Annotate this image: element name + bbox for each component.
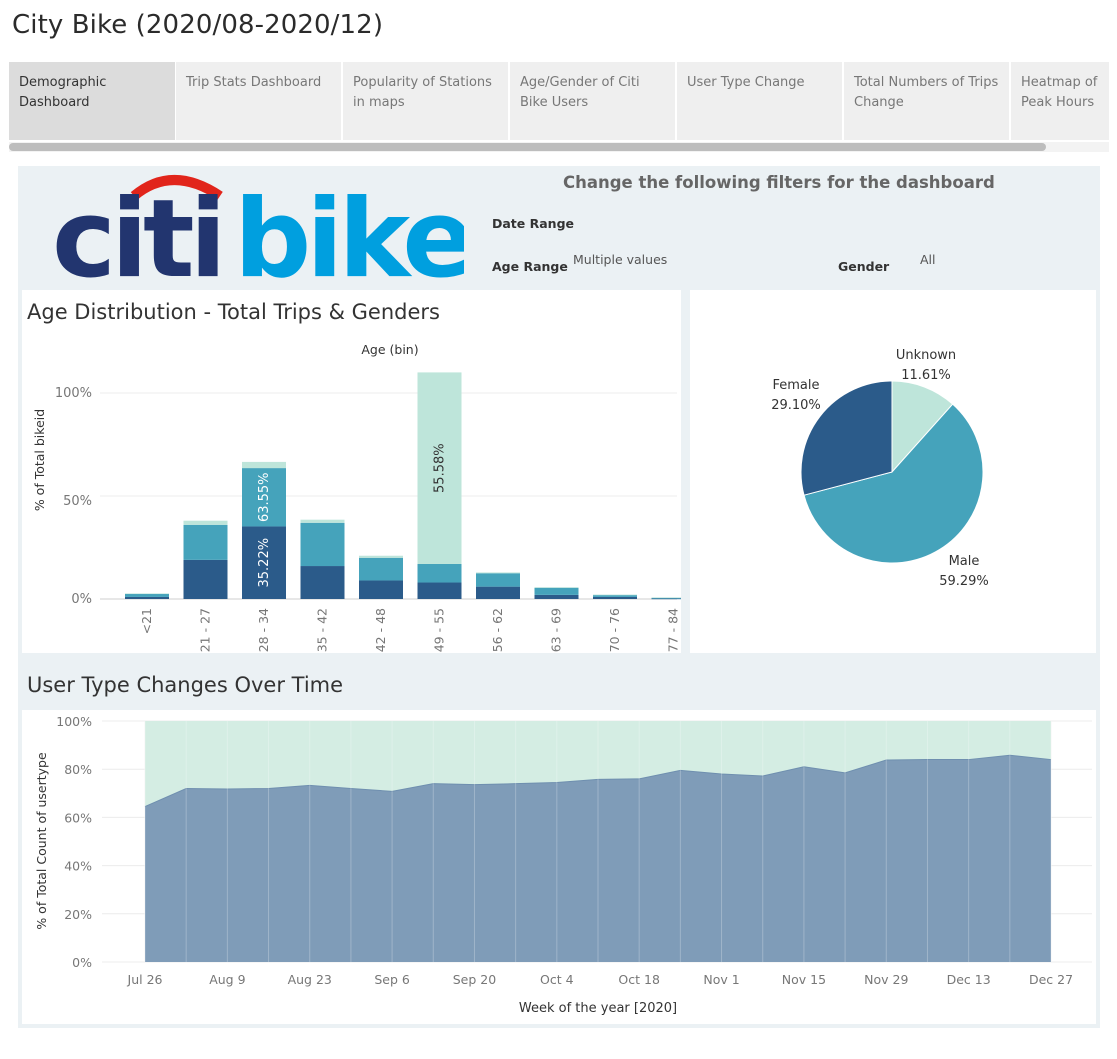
bar-segment-male[interactable] [651,597,682,599]
tab-user-type-change[interactable]: User Type Change [677,62,842,140]
tab-demographic-dashboard[interactable]: Demographic Dashboard [9,62,175,140]
user-type-area-chart: % of Total Count of usertype Week of the… [34,714,1092,1016]
bar-segment-female[interactable] [534,594,579,599]
dashboard: citi bike Change the following filters f… [18,166,1100,1028]
bar-segment-male[interactable] [534,587,579,595]
x-tick-label: 28 - 34 [256,608,271,652]
x-tick-label: Aug 23 [288,972,332,987]
pie-label-male-value: 59.29% [939,574,989,589]
x-axis-label: Week of the year [2020] [519,1001,677,1016]
page-title: City Bike (2020/08-2020/12) [12,10,384,40]
x-tick-label: Jul 26 [127,972,163,987]
x-tick-label: 77 - 84 [666,608,681,652]
age-distribution-chart: Age (bin) % of Total bikeid 100% 50% 0% … [32,342,682,652]
bar-segment-female[interactable] [593,596,637,599]
logo-citi: citi [52,177,222,284]
data-label-unknown-49-55: 55.58% [433,443,448,493]
tab-age-gender[interactable]: Age/Gender of Citi Bike Users [510,62,675,140]
date-range-label: Date Range [492,216,575,231]
tab-heatmap-peak-hours[interactable]: Heatmap of Peak Hours [1011,62,1109,140]
bar-segment-female[interactable] [300,566,345,599]
bar-segment-unknown[interactable] [300,519,345,523]
x-tick-label: Aug 9 [209,972,245,987]
x-tick-label: 63 - 69 [549,608,564,652]
x-tick-label: 42 - 48 [373,608,388,652]
y-tick-label: 100% [55,386,92,401]
x-tick-label: Dec 27 [1029,972,1073,987]
bar-segment-male[interactable] [417,563,462,583]
x-tick-label: 56 - 62 [490,608,505,652]
gender-pie-panel: Unknown 11.61% Female 29.10% Male 59.29% [690,290,1096,653]
filter-heading: Change the following filters for the das… [563,173,995,192]
x-tick-label: Dec 13 [947,972,991,987]
y-axis-label: % of Total Count of usertype [34,752,49,930]
bar-segment-female[interactable] [651,598,682,600]
bar-segment-female[interactable] [359,580,403,599]
bar-segment-male[interactable] [125,593,169,597]
tab-bar: Demographic Dashboard Trip Stats Dashboa… [9,62,1109,140]
tab-total-numbers-of-trips[interactable]: Total Numbers of Trips Change [844,62,1009,140]
x-tick-label: Sep 20 [453,972,496,987]
data-label-male-28-34: 63.55% [257,472,272,522]
bar-segment-male[interactable] [359,557,403,581]
bar-segment-unknown[interactable] [476,572,520,574]
bar-segment-unknown[interactable] [125,593,169,595]
x-tick-label: Nov 29 [864,972,908,987]
y-tick-label: 60% [64,810,92,825]
x-tick-label: 21 - 27 [198,608,213,652]
filter-panel: citi bike Change the following filters f… [18,166,1100,286]
bar-segment-unknown[interactable] [651,597,682,598]
bar-segment-unknown[interactable] [534,587,579,588]
pie-label-male-name: Male [949,554,980,569]
tab-scrollbar[interactable] [9,143,1046,151]
bar-segment-male[interactable] [183,524,228,560]
pie-label-female-name: Female [772,378,819,393]
age-distribution-panel: Age Distribution - Total Trips & Genders… [22,290,681,653]
bar-segment-unknown[interactable] [183,520,228,525]
bar-segment-female[interactable] [417,582,462,599]
age-bin-header: Age (bin) [361,342,418,357]
bar-segment-female[interactable] [183,559,228,599]
x-tick-label: Oct 4 [540,972,574,987]
pie-label-unknown-name: Unknown [896,348,956,363]
citi-bike-logo: citi bike [52,175,464,284]
x-tick-label: Nov 15 [782,972,826,987]
x-tick-label: Sep 6 [374,972,410,987]
gender-filter[interactable]: All [920,252,936,267]
bar-segment-male[interactable] [476,573,520,587]
bar-segment-unknown[interactable] [593,594,637,596]
x-tick-label: 35 - 42 [315,608,330,652]
y-tick-label: 100% [56,714,92,729]
logo-bike: bike [234,177,464,284]
user-type-panel: % of Total Count of usertype Week of the… [22,710,1096,1024]
bar-segment-female[interactable] [476,586,520,599]
tab-popularity-of-stations[interactable]: Popularity of Stations in maps [343,62,508,140]
age-range-label: Age Range [492,259,568,274]
y-tick-label: 40% [64,859,92,874]
y-tick-label: 50% [63,494,92,509]
tab-trip-stats-dashboard[interactable]: Trip Stats Dashboard [176,62,341,140]
user-type-title: User Type Changes Over Time [27,673,344,697]
age-range-filter[interactable]: Multiple values [573,252,667,267]
gender-pie-chart: Unknown 11.61% Female 29.10% Male 59.29% [771,348,989,589]
y-axis-label: % of Total bikeid [32,409,47,511]
bar-segment-unknown[interactable] [359,555,403,558]
x-tick-label: 49 - 55 [432,608,447,652]
gender-label: Gender [838,259,890,274]
x-tick-label: 70 - 76 [607,608,622,652]
y-tick-label: 0% [71,592,92,607]
x-tick-label: <21 [139,608,154,634]
bar-segment-unknown[interactable] [242,461,286,469]
x-tick-label: Oct 18 [618,972,660,987]
y-tick-label: 80% [64,762,92,777]
bar-segment-female[interactable] [125,596,169,599]
pie-label-female-value: 29.10% [771,398,821,413]
pie-label-unknown-value: 11.61% [901,368,951,383]
data-label-female-28-34: 35.22% [257,538,272,588]
y-tick-label: 0% [72,955,92,970]
x-tick-label: Nov 1 [703,972,739,987]
y-tick-label: 20% [64,907,92,922]
bar-segment-male[interactable] [300,522,345,567]
